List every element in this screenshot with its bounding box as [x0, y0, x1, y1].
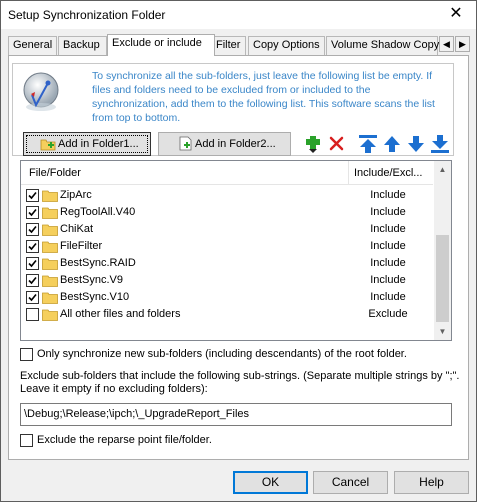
add-in-folder2-button[interactable]: Add in Folder2...	[158, 132, 291, 156]
row-mode: Include	[370, 257, 406, 269]
row-mode: Include	[370, 206, 406, 218]
folder-icon	[42, 258, 58, 270]
column-header-include-exclude[interactable]: Include/Excl...	[354, 167, 422, 179]
row-mode: Include	[370, 223, 406, 235]
row-checkbox[interactable]	[26, 274, 39, 287]
exclude-substrings-input[interactable]: \Debug;\Release;\ipch;\_UpgradeReport_Fi…	[20, 403, 452, 426]
row-name: BestSync.RAID	[60, 257, 136, 269]
title-bar: Setup Synchronization Folder ✕	[1, 1, 476, 29]
folder-icon	[42, 190, 58, 202]
checkmark-icon	[28, 191, 37, 200]
tab-strip: General Backup Exclude or include Filter…	[8, 34, 470, 56]
row-name: RegToolAll.V40	[60, 206, 136, 218]
exclude-reparse-checkbox[interactable]	[20, 434, 33, 447]
tab-filter[interactable]: Filter	[211, 36, 246, 55]
list-row[interactable]: BestSync.V10 Include	[21, 289, 433, 306]
row-checkbox[interactable]	[26, 291, 39, 304]
row-name: All other files and folders	[60, 308, 181, 320]
row-checkbox[interactable]	[26, 308, 39, 321]
row-mode: Include	[370, 274, 406, 286]
close-button[interactable]: ✕	[436, 1, 476, 29]
checkmark-icon	[28, 293, 37, 302]
only-new-subfolders-label: Only synchronize new sub-folders (includ…	[37, 348, 407, 360]
folder-add-icon	[40, 139, 56, 151]
row-name: ZipArc	[60, 189, 92, 201]
move-top-icon[interactable]	[357, 134, 379, 154]
row-checkbox[interactable]	[26, 189, 39, 202]
checkmark-icon	[28, 276, 37, 285]
folder-icon	[42, 224, 58, 236]
tab-backup[interactable]: Backup	[58, 36, 107, 55]
row-name: BestSync.V10	[60, 291, 130, 303]
folder-icon	[42, 241, 58, 253]
list-row[interactable]: FileFilter Include	[21, 238, 433, 255]
list-row[interactable]: BestSync.V9 Include	[21, 272, 433, 289]
row-mode: Include	[370, 240, 406, 252]
file-add-icon	[179, 136, 192, 151]
list-row[interactable]: RegToolAll.V40 Include	[21, 204, 433, 221]
folder-icon	[42, 207, 58, 219]
folder-icon	[42, 275, 58, 287]
tab-exclude-or-include[interactable]: Exclude or include	[107, 34, 215, 56]
file-folder-list[interactable]: File/Folder Include/Excl... ZipArc Includ…	[20, 160, 452, 341]
tab-scroll-right-icon[interactable]: ▶	[455, 36, 470, 52]
row-name: FileFilter	[60, 240, 103, 252]
list-scrollbar[interactable]: ▲ ▼	[434, 161, 451, 340]
column-separator[interactable]	[348, 161, 349, 185]
move-bottom-icon[interactable]	[429, 134, 451, 154]
add-icon[interactable]	[303, 134, 325, 154]
delete-icon[interactable]	[326, 134, 348, 154]
scroll-thumb[interactable]	[436, 235, 449, 322]
row-mode: Include	[370, 291, 406, 303]
tab-volume-shadow-copy[interactable]: Volume Shadow Copy	[326, 36, 439, 55]
folder-icon	[42, 309, 58, 321]
row-mode: Include	[370, 189, 406, 201]
cancel-button[interactable]: Cancel	[313, 471, 388, 494]
exclude-help-text: Exclude sub-folders that include the fol…	[20, 370, 460, 395]
help-button[interactable]: Help	[394, 471, 469, 494]
ok-button[interactable]: OK	[233, 471, 308, 494]
checkmark-icon	[28, 259, 37, 268]
list-header: File/Folder Include/Excl...	[21, 161, 433, 185]
scroll-up-icon[interactable]: ▲	[434, 161, 451, 178]
row-mode: Exclude	[368, 308, 408, 320]
folder-icon	[42, 292, 58, 304]
column-header-file-folder[interactable]: File/Folder	[29, 167, 81, 179]
window-title: Setup Synchronization Folder	[8, 8, 166, 22]
info-text: To synchronize all the sub-folders, just…	[92, 70, 435, 124]
list-row[interactable]: BestSync.RAID Include	[21, 255, 433, 272]
row-checkbox[interactable]	[26, 257, 39, 270]
tab-copy-options[interactable]: Copy Options	[248, 36, 325, 55]
list-row[interactable]: ChiKat Include	[21, 221, 433, 238]
scroll-down-icon[interactable]: ▼	[434, 323, 451, 340]
add-in-folder2-label: Add in Folder2...	[195, 138, 276, 150]
exclude-reparse-label: Exclude the reparse point file/folder.	[37, 434, 212, 446]
row-checkbox[interactable]	[26, 240, 39, 253]
list-row[interactable]: ZipArc Include	[21, 187, 433, 204]
row-name: ChiKat	[60, 223, 94, 235]
row-checkbox[interactable]	[26, 223, 39, 236]
checkmark-icon	[28, 242, 37, 251]
only-new-subfolders-checkbox[interactable]	[20, 348, 33, 361]
move-up-icon[interactable]	[381, 134, 403, 154]
add-in-folder1-label: Add in Folder1...	[58, 138, 139, 150]
checkmark-icon	[28, 208, 37, 217]
tab-scroll-left-icon[interactable]: ◀	[439, 36, 454, 52]
sync-logo-icon	[23, 72, 59, 111]
row-checkbox[interactable]	[26, 206, 39, 219]
list-row[interactable]: All other files and folders Exclude	[21, 306, 433, 323]
tab-general[interactable]: General	[8, 36, 57, 55]
move-down-icon[interactable]	[405, 134, 427, 154]
row-name: BestSync.V9	[60, 274, 123, 286]
add-in-folder1-button[interactable]: Add in Folder1...	[23, 132, 151, 156]
checkmark-icon	[28, 225, 37, 234]
